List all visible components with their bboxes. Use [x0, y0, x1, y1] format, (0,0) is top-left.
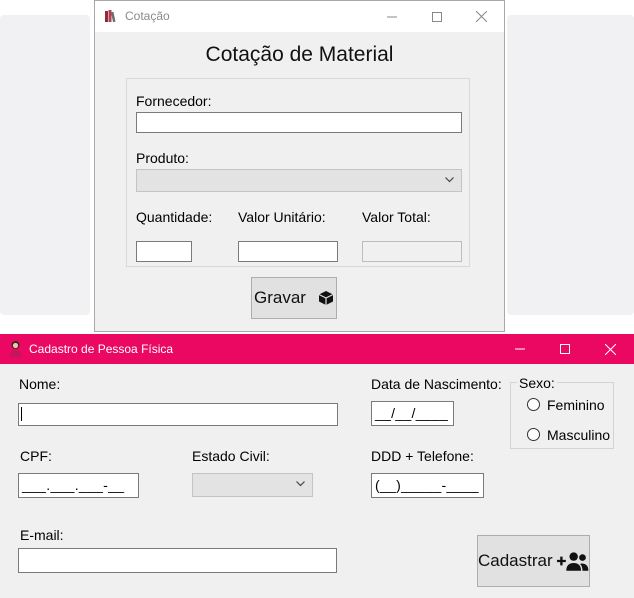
cadastro-titlebar[interactable]: Cadastro de Pessoa Física	[0, 334, 634, 364]
produto-select[interactable]	[136, 169, 462, 192]
data-nascimento-input[interactable]: __/__/____	[371, 401, 454, 426]
fornecedor-input[interactable]	[136, 112, 462, 133]
minimize-icon	[386, 16, 397, 17]
page-title: Cotação de Material	[205, 43, 394, 66]
cadastrar-label: Cadastrar	[478, 551, 553, 570]
chevron-down-icon	[296, 481, 305, 487]
cotacao-window: Cotação Cotação de Material Fornecedor: …	[94, 0, 505, 332]
produto-label: Produto:	[136, 150, 189, 166]
feminino-label[interactable]: Feminino	[547, 397, 605, 413]
books-icon	[105, 10, 116, 23]
sexo-group: Sexo: Feminino Masculino	[510, 375, 614, 449]
maximize-icon	[431, 11, 442, 22]
cube-icon	[318, 291, 334, 305]
form-group: Fornecedor: Produto: Quantidade: Valor U…	[126, 78, 470, 267]
gravar-label: Gravar	[254, 288, 306, 307]
ddd-telefone-label: DDD + Telefone:	[371, 448, 474, 464]
data-nascimento-label: Data de Nascimento:	[371, 376, 502, 392]
window-title: Cotação	[125, 9, 170, 23]
telefone-input[interactable]: (__)_____-____	[371, 473, 484, 498]
valor-unitario-label: Valor Unitário:	[238, 209, 326, 225]
window-title: Cadastro de Pessoa Física	[29, 342, 174, 356]
background-right	[507, 15, 634, 315]
quantidade-input[interactable]	[136, 241, 192, 262]
email-input[interactable]	[18, 548, 337, 573]
minimize-icon	[514, 348, 525, 350]
valor-total-label: Valor Total:	[362, 209, 431, 225]
add-user-icon	[556, 552, 589, 571]
minimize-button[interactable]	[497, 334, 542, 364]
estado-civil-select[interactable]	[192, 473, 313, 497]
chevron-down-icon	[445, 177, 454, 183]
sexo-label: Sexo:	[517, 375, 557, 391]
cotacao-titlebar[interactable]: Cotação	[95, 1, 504, 32]
gravar-button[interactable]: Gravar	[251, 277, 337, 319]
cadastrar-button[interactable]: Cadastrar	[477, 535, 590, 587]
estado-civil-label: Estado Civil:	[192, 448, 270, 464]
close-icon	[476, 11, 487, 22]
masculino-label[interactable]: Masculino	[547, 427, 610, 443]
close-button[interactable]	[588, 334, 633, 364]
quantidade-label: Quantidade:	[136, 209, 213, 225]
feminino-radio[interactable]	[527, 398, 540, 411]
cpf-label: CPF:	[20, 448, 52, 464]
nome-input[interactable]	[18, 403, 338, 426]
cadastro-window: Cadastro de Pessoa Física Nome: Data de …	[0, 334, 634, 598]
close-button[interactable]	[459, 1, 504, 32]
email-label: E-mail:	[20, 527, 64, 543]
fornecedor-label: Fornecedor:	[136, 93, 212, 109]
close-icon	[605, 343, 616, 355]
minimize-button[interactable]	[369, 1, 414, 32]
text-cursor	[21, 407, 22, 421]
background-left	[0, 15, 90, 315]
cpf-input[interactable]: ___.___.___-__	[18, 473, 139, 498]
person-icon	[10, 341, 21, 357]
nome-label: Nome:	[19, 376, 61, 392]
valor-unitario-input[interactable]	[238, 241, 338, 262]
masculino-radio[interactable]	[527, 428, 540, 441]
maximize-icon	[559, 344, 570, 354]
valor-total-input	[362, 241, 462, 262]
maximize-button[interactable]	[414, 1, 459, 32]
maximize-button[interactable]	[542, 334, 587, 364]
